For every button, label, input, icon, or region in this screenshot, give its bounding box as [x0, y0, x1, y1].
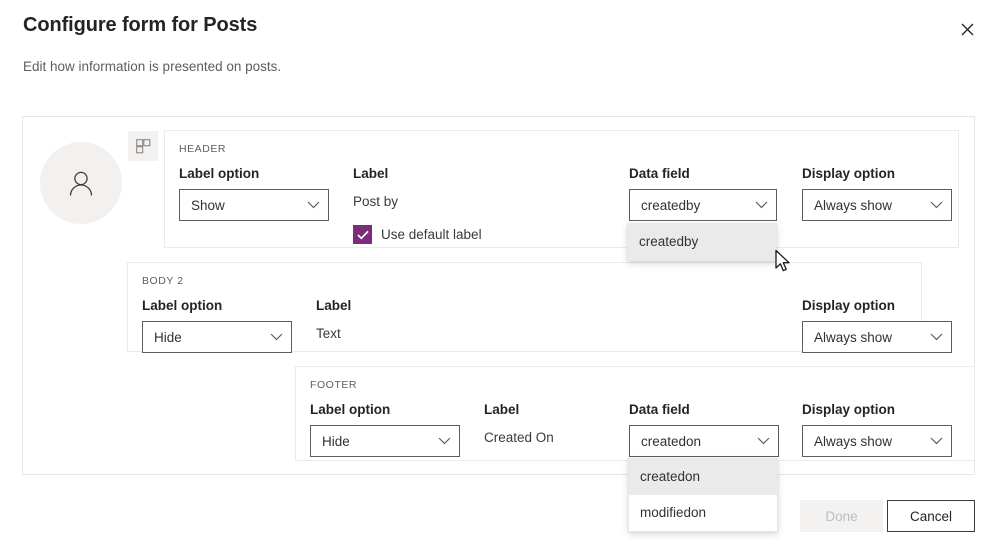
- display-option-column-header: Display option: [802, 402, 896, 417]
- chevron-down-icon: [930, 437, 943, 445]
- label-option-header: Label option: [179, 166, 260, 181]
- footer-label-option-select[interactable]: Hide: [310, 425, 460, 457]
- label-column-header: Label: [484, 402, 520, 417]
- header-label-option-select[interactable]: Show: [179, 189, 329, 221]
- footer-label-value: Created On: [484, 430, 554, 445]
- close-glyph: [961, 23, 973, 35]
- body2-display-option-select[interactable]: Always show: [802, 321, 952, 353]
- header-label-value: Post by: [353, 194, 399, 209]
- header-use-default-label-row[interactable]: Use default label: [353, 225, 482, 244]
- display-option-column-header: Display option: [802, 298, 896, 313]
- page-title: Configure form for Posts: [23, 14, 258, 36]
- chevron-down-icon: [757, 437, 770, 445]
- label-column-header: Label: [353, 166, 389, 181]
- footer-data-field-value: createdon: [641, 433, 702, 449]
- checkmark-icon: [356, 230, 369, 240]
- header-label-option-value: Show: [191, 197, 225, 213]
- data-field-column-header: Data field: [629, 166, 690, 181]
- dropdown-option[interactable]: createdby: [628, 224, 776, 260]
- configure-form-dialog: Configure form for Posts Edit how inform…: [0, 0, 997, 560]
- label-option-header: Label option: [310, 402, 391, 417]
- body2-label-option-select[interactable]: Hide: [142, 321, 292, 353]
- data-field-column-header: Data field: [629, 402, 690, 417]
- avatar: [40, 142, 122, 224]
- header-display-option-select[interactable]: Always show: [802, 189, 952, 221]
- label-column-header: Label: [316, 298, 352, 313]
- footer-display-option-select[interactable]: Always show: [802, 425, 952, 457]
- section-body2: BODY 2 Label option Hide Label Text Disp…: [127, 262, 952, 353]
- person-icon: [69, 171, 93, 196]
- label-option-header: Label option: [142, 298, 223, 313]
- chevron-down-icon: [307, 201, 320, 209]
- checkbox-checked-icon[interactable]: [353, 225, 372, 244]
- section-kicker: HEADER: [179, 143, 227, 155]
- section-header: HEADER Label option Show Label Post by U…: [164, 130, 959, 248]
- body2-label-value: Text: [316, 326, 341, 341]
- chevron-down-icon: [930, 201, 943, 209]
- page-subtitle: Edit how information is presented on pos…: [23, 59, 282, 74]
- footer-display-option-value: Always show: [814, 433, 893, 449]
- dropdown-option[interactable]: modifiedon: [629, 495, 777, 531]
- section-kicker: BODY 2: [142, 275, 184, 287]
- header-data-field-dropdown[interactable]: createdby: [627, 223, 777, 261]
- grid-layout-glyph: [135, 138, 150, 153]
- footer-data-field-select[interactable]: createdon: [629, 425, 779, 457]
- done-button[interactable]: Done: [800, 500, 883, 532]
- close-icon[interactable]: [951, 13, 983, 45]
- cancel-button[interactable]: Cancel: [887, 500, 975, 532]
- chevron-down-icon: [270, 333, 283, 341]
- grid-layout-icon[interactable]: [128, 131, 158, 161]
- section-footer: FOOTER Label option Hide Label Created O…: [295, 366, 975, 461]
- chevron-down-icon: [930, 333, 943, 341]
- header-data-field-value: createdby: [641, 197, 701, 213]
- chevron-down-icon: [438, 437, 451, 445]
- footer-data-field-dropdown[interactable]: createdon modifiedon: [628, 458, 778, 532]
- header-display-option-value: Always show: [814, 197, 893, 213]
- form-preview-card: HEADER Label option Show Label Post by U…: [22, 116, 975, 475]
- body2-display-option-value: Always show: [814, 329, 893, 345]
- body2-label-option-value: Hide: [154, 329, 182, 345]
- header-use-default-label-text: Use default label: [381, 227, 482, 242]
- chevron-down-icon: [755, 201, 768, 209]
- display-option-column-header: Display option: [802, 166, 896, 181]
- header-data-field-select[interactable]: createdby: [629, 189, 777, 221]
- section-kicker: FOOTER: [310, 379, 358, 391]
- footer-label-option-value: Hide: [322, 433, 350, 449]
- dropdown-option[interactable]: createdon: [629, 459, 777, 495]
